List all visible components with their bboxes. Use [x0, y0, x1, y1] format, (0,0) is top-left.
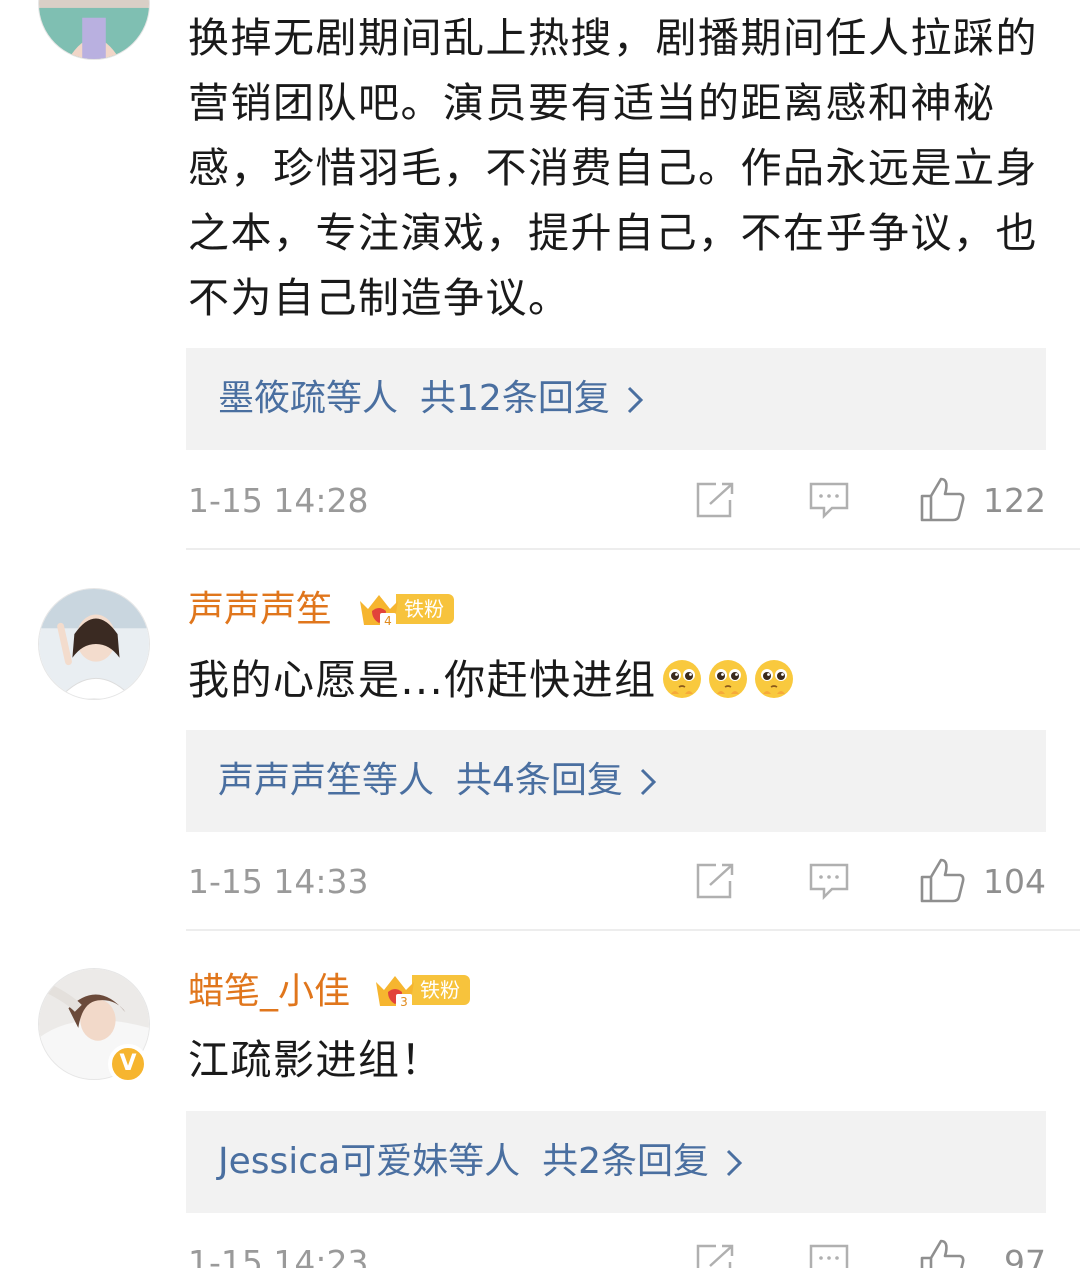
reply-names: 声声声笙等人	[218, 760, 435, 801]
badge-label: 铁粉	[412, 975, 470, 1005]
pleading-emoji	[754, 660, 793, 698]
reply-summary-button[interactable]: Jessica可爱妹等人 共2条回复	[186, 1111, 1046, 1213]
divider	[186, 548, 1080, 550]
reply-summary-button[interactable]: 墨筱疏等人 共12条回复	[186, 348, 1046, 450]
emoji-row	[657, 656, 795, 704]
reply-names: Jessica可爱妹等人	[218, 1141, 521, 1182]
comment-text-body: 我的心愿是...你赶快进组	[188, 656, 657, 704]
pleading-emoji	[662, 660, 701, 698]
divider	[186, 929, 1080, 931]
like-count: 104	[983, 862, 1046, 901]
verified-v-icon: V	[108, 1044, 148, 1084]
comment-text: 江疏影进组！	[188, 1036, 443, 1084]
reply-count: 共2条回复	[542, 1141, 710, 1182]
like-count: 122	[983, 481, 1046, 520]
comment-footer: 1-15 14:23 97	[188, 1238, 1046, 1268]
comment-footer: 1-15 14:28 122	[188, 476, 1046, 526]
comment-time: 1-15 14:33	[188, 862, 369, 901]
repost-icon[interactable]	[694, 480, 736, 520]
like-icon[interactable]	[918, 1238, 966, 1268]
reply-summary-button[interactable]: 声声声笙等人 共4条回复	[186, 730, 1046, 832]
badge-label: 铁粉	[396, 594, 454, 624]
chevron-right-icon	[640, 768, 657, 796]
repost-icon[interactable]	[694, 861, 736, 901]
comment-time: 1-15 14:23	[188, 1243, 369, 1268]
chevron-right-icon	[627, 386, 643, 414]
username[interactable]: 蜡笔_小佳	[188, 968, 350, 1016]
like-count: 97	[1004, 1243, 1046, 1268]
reply-names: 墨筱疏等人	[218, 378, 399, 419]
avatar[interactable]	[38, 588, 150, 700]
repost-icon[interactable]	[694, 1242, 736, 1268]
fan-badge: 4 铁粉	[356, 590, 454, 628]
reply-count: 共4条回复	[456, 760, 623, 801]
comment-footer: 1-15 14:33 104	[188, 857, 1046, 907]
comment-time: 1-15 14:28	[188, 481, 369, 520]
badge-level: 4	[384, 614, 392, 628]
like-icon[interactable]	[918, 857, 966, 903]
comment-icon[interactable]	[808, 861, 850, 901]
like-icon[interactable]	[918, 476, 966, 522]
badge-level: 3	[400, 995, 408, 1009]
chevron-right-icon	[726, 1149, 743, 1177]
comment-text: 我的心愿是...你赶快进组	[188, 648, 1058, 713]
pleading-emoji	[708, 660, 747, 698]
reply-count: 共12条回复	[420, 378, 610, 419]
comment-text: 换掉无剧期间乱上热搜，剧播期间任人拉踩的营销团队吧。演员要有适当的距离感和神秘感…	[188, 14, 1038, 322]
crown-icon: 3	[376, 976, 414, 1009]
crown-icon: 4	[360, 595, 398, 628]
avatar[interactable]	[38, 0, 150, 60]
comment-icon[interactable]	[808, 480, 850, 520]
comment-icon[interactable]	[808, 1242, 850, 1268]
username[interactable]: 声声声笙	[188, 586, 332, 634]
fan-badge: 3 铁粉	[372, 971, 470, 1009]
